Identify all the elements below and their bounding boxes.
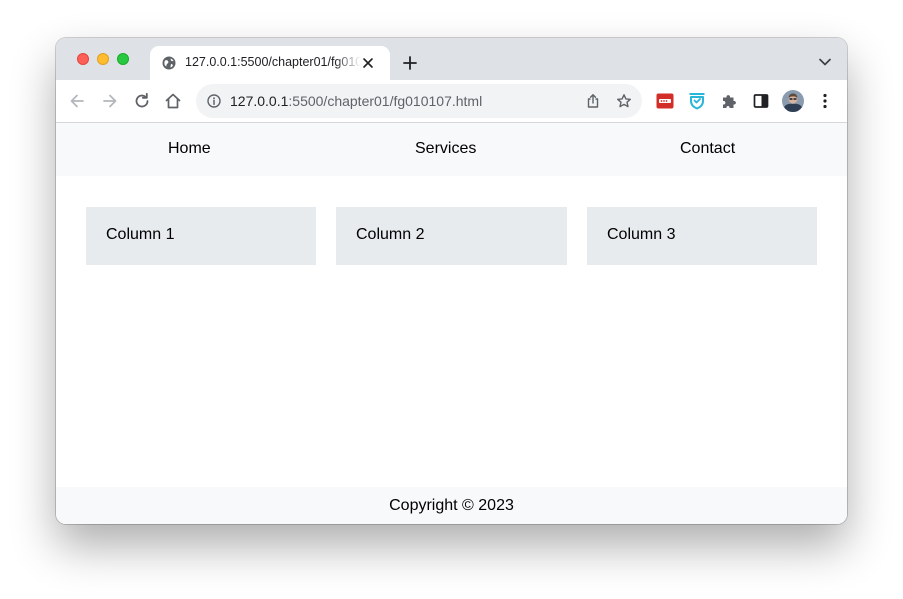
page-viewport: Home Services Contact Column 1 Column 2 … bbox=[56, 123, 847, 524]
tab-strip: 127.0.0.1:5500/chapter01/fg010107.html bbox=[56, 38, 847, 80]
url-host: 127.0.0.1 bbox=[230, 93, 289, 109]
arrow-right-icon[interactable] bbox=[101, 92, 119, 110]
arrow-left-icon[interactable] bbox=[68, 92, 86, 110]
url-path: :5500/chapter01/fg010107.html bbox=[288, 93, 483, 109]
nav-link-services[interactable]: Services bbox=[415, 140, 476, 158]
browser-tab[interactable]: 127.0.0.1:5500/chapter01/fg010107.html bbox=[150, 46, 390, 80]
nav-link-contact[interactable]: Contact bbox=[680, 140, 735, 158]
password-manager-icon[interactable] bbox=[656, 92, 674, 110]
share-icon[interactable] bbox=[585, 93, 601, 109]
window-maximize-button[interactable] bbox=[117, 53, 129, 65]
puzzle-icon[interactable] bbox=[720, 92, 738, 110]
avatar[interactable] bbox=[781, 89, 805, 113]
home-icon[interactable] bbox=[164, 92, 182, 110]
globe-icon bbox=[162, 56, 176, 70]
nav-link-home[interactable]: Home bbox=[168, 140, 211, 158]
column-2: Column 2 bbox=[336, 207, 567, 265]
url-text: 127.0.0.1:5500/chapter01/fg010107.html bbox=[230, 93, 482, 109]
info-icon[interactable] bbox=[207, 94, 221, 108]
side-panel-icon[interactable] bbox=[752, 92, 770, 110]
window-close-button[interactable] bbox=[77, 53, 89, 65]
browser-toolbar: 127.0.0.1:5500/chapter01/fg010107.html bbox=[56, 80, 847, 123]
column-3: Column 3 bbox=[587, 207, 817, 265]
chevron-down-icon[interactable] bbox=[818, 57, 832, 67]
site-footer: Copyright © 2023 bbox=[56, 487, 847, 524]
star-icon[interactable] bbox=[616, 93, 632, 109]
kebab-menu-icon[interactable] bbox=[816, 92, 834, 110]
shield-extension-icon[interactable] bbox=[688, 92, 706, 110]
column-1: Column 1 bbox=[86, 207, 316, 265]
browser-window: 127.0.0.1:5500/chapter01/fg010107.html bbox=[56, 38, 847, 524]
reload-icon[interactable] bbox=[133, 92, 151, 110]
plus-icon[interactable] bbox=[402, 55, 418, 71]
site-nav: Home Services Contact bbox=[56, 123, 847, 176]
close-icon[interactable] bbox=[362, 57, 374, 69]
window-minimize-button[interactable] bbox=[97, 53, 109, 65]
tab-title: 127.0.0.1:5500/chapter01/fg010107.html bbox=[185, 55, 361, 69]
address-bar[interactable]: 127.0.0.1:5500/chapter01/fg010107.html bbox=[196, 84, 642, 118]
